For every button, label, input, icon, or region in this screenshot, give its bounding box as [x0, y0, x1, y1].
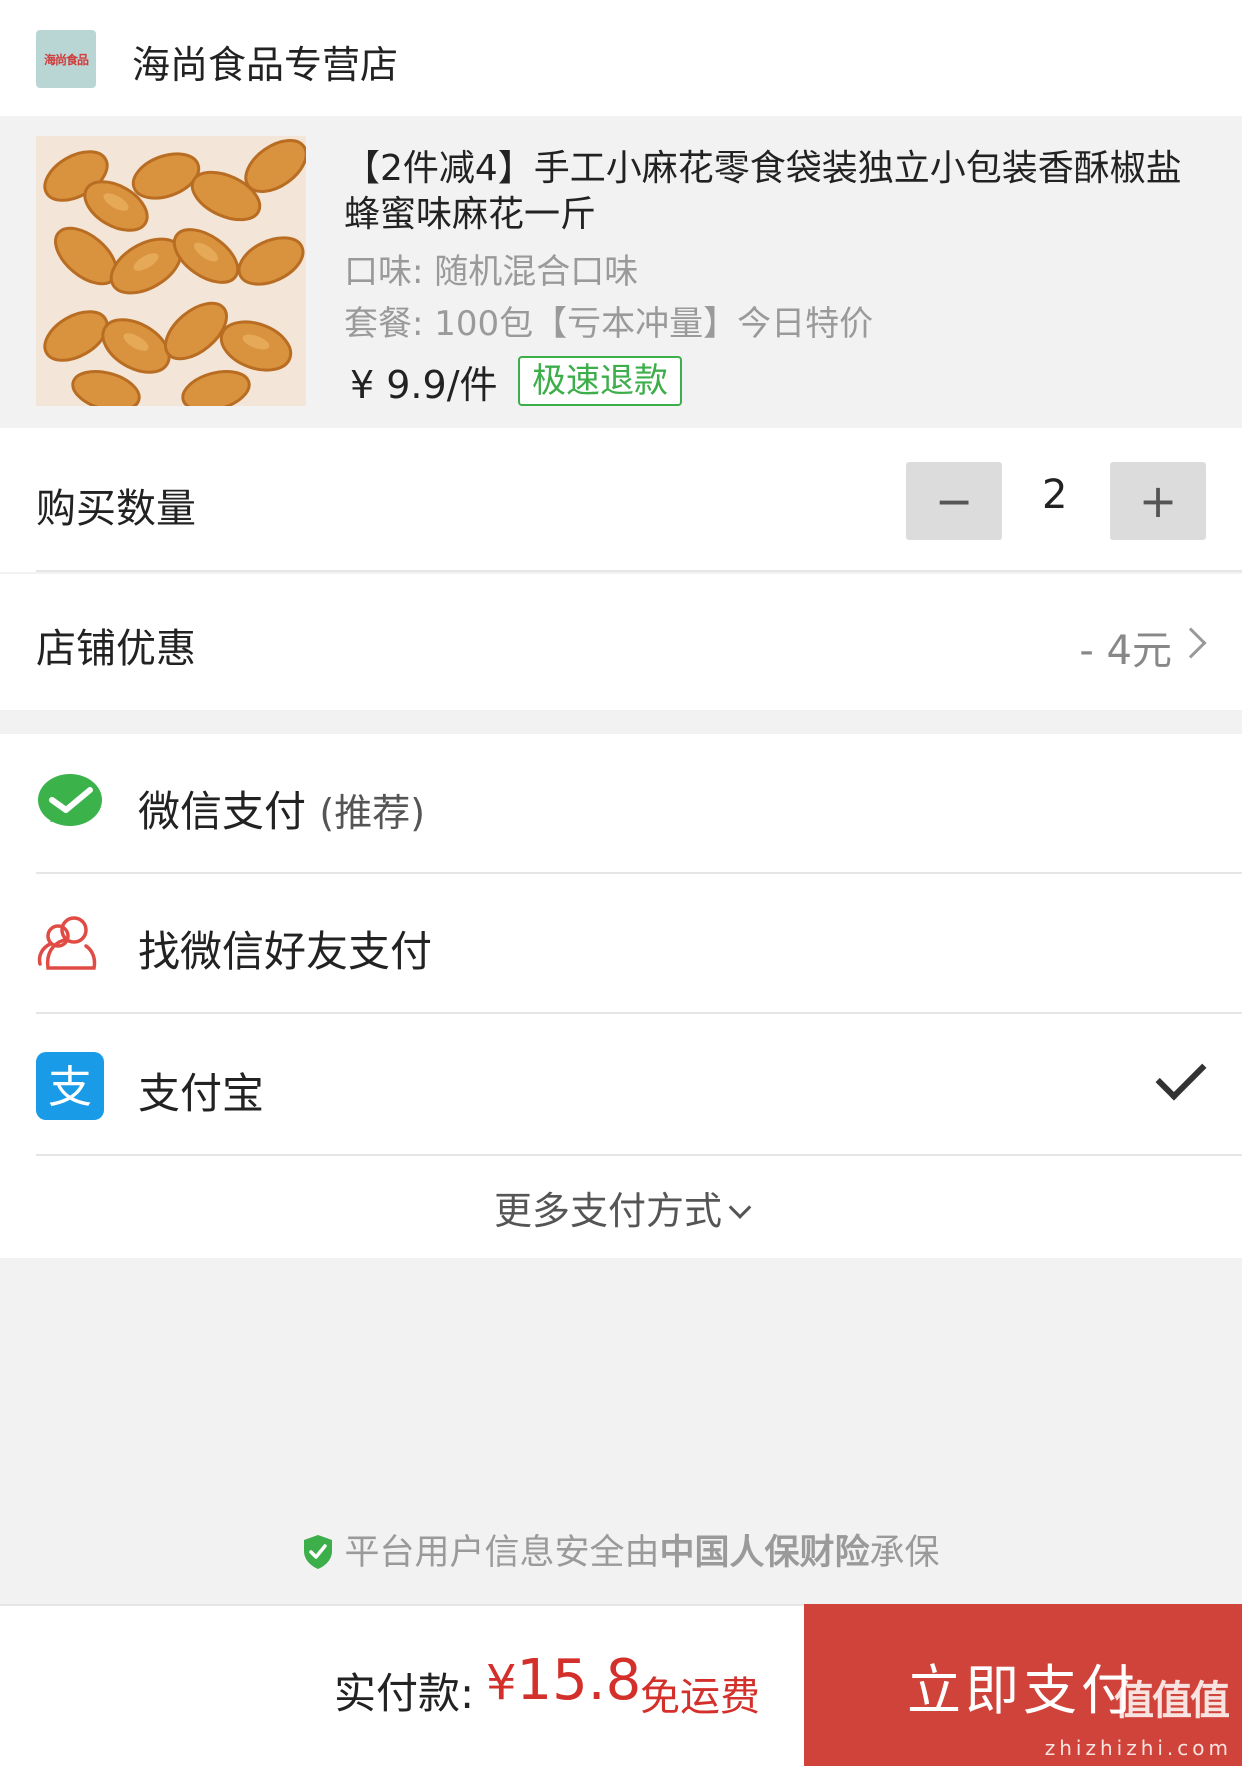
currency-symbol: ¥: [486, 1655, 517, 1711]
alipay-icon: 支: [36, 1052, 104, 1120]
watermark-url: zhizhizhi.com: [1044, 1736, 1232, 1760]
wechat-pay-icon: [38, 774, 102, 826]
quantity-increase-button[interactable]: +: [1110, 462, 1206, 540]
divider: [36, 1012, 1242, 1014]
shield-check-icon: [304, 1535, 333, 1569]
shop-logo-text: 海尚食品: [43, 52, 89, 67]
quantity-row: 购买数量 − 2 +: [0, 428, 1242, 572]
shop-discount-value: - 4元: [1079, 628, 1172, 674]
total-amount: ¥15.8: [486, 1648, 641, 1713]
quantity-value[interactable]: 2: [1002, 472, 1108, 518]
security-notice: 平台用户信息安全由中国人保财险承保: [0, 1524, 1242, 1575]
quantity-label: 购买数量: [36, 486, 196, 532]
product-price: ¥ 9.9/件: [350, 363, 498, 407]
payment-option-friend[interactable]: 找微信好友支付: [0, 874, 1242, 1014]
checkout-bar: 实付款: ¥15.8 免运费 立即支付 值值值 zhizhizhi.com: [0, 1604, 1242, 1766]
insurer-name: 中国人保财险: [659, 1533, 870, 1573]
payment-option-label: 微信支付 (推荐): [138, 778, 425, 839]
product-package: 套餐: 100包【亏本冲量】今日特价: [344, 304, 874, 344]
payment-option-wechat[interactable]: 微信支付 (推荐): [0, 734, 1242, 874]
shop-discount-row[interactable]: 店铺优惠 - 4元: [0, 574, 1242, 710]
recommended-note: (推荐): [319, 791, 426, 835]
friend-pay-label: 找微信好友支付: [138, 927, 433, 976]
security-prefix: 平台用户信息安全由: [344, 1533, 660, 1573]
check-icon: [1155, 1049, 1207, 1101]
product-flavor: 口味: 随机混合口味: [344, 252, 639, 292]
security-suffix: 承保: [869, 1533, 940, 1573]
product-image[interactable]: [36, 136, 306, 406]
more-payment-label: 更多支付方式: [493, 1189, 722, 1233]
shop-discount-label: 店铺优惠: [36, 626, 196, 672]
payment-option-alipay[interactable]: 支 支付宝: [0, 1016, 1242, 1156]
more-payment-options-button[interactable]: 更多支付方式: [0, 1180, 1242, 1235]
svg-text:支: 支: [48, 1062, 92, 1113]
fried-dough-twist-image: [36, 136, 306, 406]
chevron-right-icon: [1175, 627, 1207, 659]
shop-name[interactable]: 海尚食品专营店: [132, 34, 398, 89]
wechat-pay-label: 微信支付: [138, 787, 307, 836]
watermark-logo: 值值值: [1114, 1678, 1230, 1724]
shop-header[interactable]: 海尚食品 海尚食品专营店: [0, 0, 1242, 116]
quantity-decrease-button[interactable]: −: [906, 462, 1002, 540]
product-card: 【2件减4】手工小麻花零食袋装独立小包装香酥椒盐蜂蜜味麻花一斤 口味: 随机混合…: [0, 116, 1242, 428]
total-value: 15.8: [516, 1648, 642, 1713]
divider: [0, 1604, 804, 1606]
free-shipping-label: 免运费: [640, 1674, 760, 1720]
chevron-down-icon: [728, 1196, 752, 1219]
shop-logo: 海尚食品: [36, 30, 96, 88]
divider: [36, 1154, 1242, 1156]
payment-methods: 微信支付 (推荐) 找微信好友支付 支 支付宝 更多支付方式: [0, 734, 1242, 1258]
pay-now-label: 立即支付: [907, 1658, 1139, 1722]
refund-badge: 极速退款: [518, 356, 682, 406]
product-title: 【2件减4】手工小麻花零食袋装独立小包装香酥椒盐蜂蜜味麻花一斤: [344, 148, 1182, 235]
divider: [36, 570, 1242, 572]
friend-pay-icon: [37, 916, 97, 970]
pay-now-button[interactable]: 立即支付 值值值 zhizhizhi.com: [804, 1604, 1242, 1766]
total-label: 实付款:: [334, 1669, 475, 1718]
alipay-label: 支付宝: [138, 1069, 265, 1118]
